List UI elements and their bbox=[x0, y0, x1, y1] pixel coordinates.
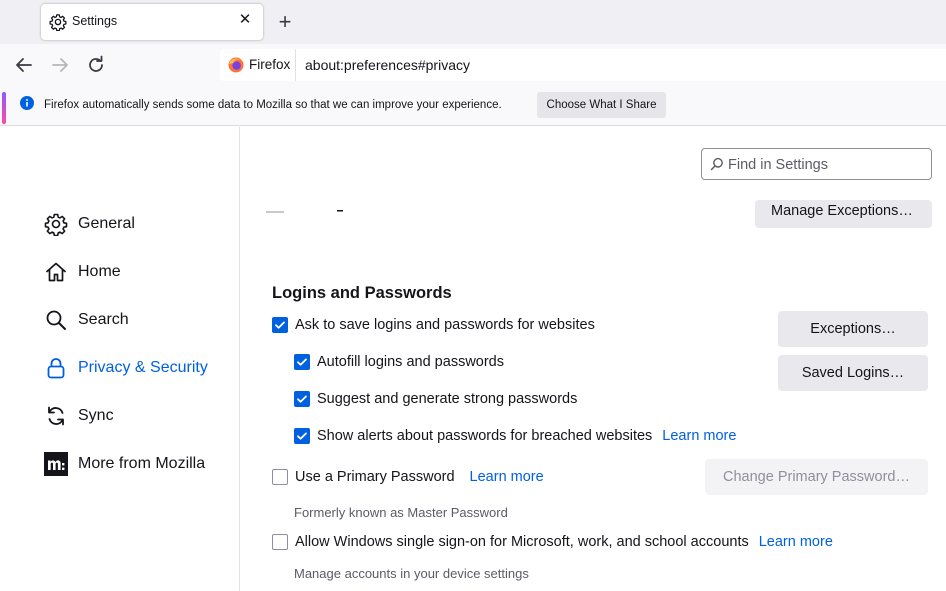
primary-password-row[interactable]: Use a Primary Password Learn more bbox=[272, 466, 544, 488]
data-collection-notification: Firefox automatically sends some data to… bbox=[0, 86, 946, 126]
manage-exceptions-button[interactable]: Manage Exceptions… bbox=[755, 200, 932, 228]
settings-content: Find in Settings Manage Exceptions… Logi… bbox=[241, 127, 946, 591]
notification-accent bbox=[2, 92, 6, 124]
windows-sso-row[interactable]: Allow Windows single sign-on for Microso… bbox=[272, 531, 833, 553]
lock-icon bbox=[47, 358, 65, 379]
tab-strip: Settings ✕ + bbox=[0, 0, 946, 44]
windows-sso-checkbox[interactable] bbox=[272, 534, 288, 550]
search-icon bbox=[46, 310, 66, 330]
sidebar: General Home Search Privacy & Security S… bbox=[0, 127, 240, 591]
sidebar-item-privacy-security[interactable]: Privacy & Security bbox=[44, 353, 234, 383]
manage-exceptions-label: Manage Exceptions… bbox=[771, 203, 913, 219]
back-arrow-icon[interactable] bbox=[12, 53, 36, 77]
partially-scrolled-row bbox=[266, 210, 343, 213]
identity-label: Firefox bbox=[249, 57, 291, 72]
sidebar-item-label: Home bbox=[78, 263, 121, 280]
gear-icon bbox=[44, 213, 68, 236]
choose-what-i-share-button[interactable]: Choose What I Share bbox=[537, 92, 666, 118]
windows-sso-learn-more-link[interactable]: Learn more bbox=[759, 534, 833, 550]
checkmark-icon bbox=[275, 321, 285, 329]
sidebar-item-label: Sync bbox=[78, 407, 114, 424]
sidebar-item-label: Search bbox=[78, 311, 129, 328]
sidebar-item-more-from-mozilla[interactable]: More from Mozilla bbox=[44, 449, 234, 479]
manage-accounts-note: Manage accounts in your device settings bbox=[294, 566, 529, 581]
notification-message: Firefox automatically sends some data to… bbox=[44, 99, 502, 111]
autofill-logins-row[interactable]: Autofill logins and passwords bbox=[294, 351, 504, 373]
checkmark-icon bbox=[297, 432, 307, 440]
suggest-passwords-label: Suggest and generate strong passwords bbox=[317, 391, 578, 407]
breach-alerts-learn-more-link[interactable]: Learn more bbox=[662, 428, 736, 444]
formerly-master-password-note: Formerly known as Master Password bbox=[294, 505, 508, 520]
checkmark-icon bbox=[297, 358, 307, 366]
search-icon bbox=[710, 157, 723, 171]
tab-title: Settings bbox=[72, 14, 118, 28]
gear-icon bbox=[49, 14, 67, 31]
close-tab-icon[interactable]: ✕ bbox=[237, 12, 253, 28]
new-tab-button[interactable]: + bbox=[274, 9, 296, 35]
saved-logins-button[interactable]: Saved Logins… bbox=[778, 355, 928, 391]
logins-section-title: Logins and Passwords bbox=[272, 284, 452, 302]
breach-alerts-label: Show alerts about passwords for breached… bbox=[317, 428, 653, 444]
firefox-logo-icon bbox=[228, 57, 244, 73]
url-text[interactable]: about:preferences#privacy bbox=[305, 57, 470, 73]
change-primary-password-button[interactable]: Change Primary Password… bbox=[705, 459, 928, 495]
autofill-logins-label: Autofill logins and passwords bbox=[317, 354, 504, 370]
info-icon bbox=[20, 96, 34, 110]
search-placeholder: Find in Settings bbox=[728, 157, 828, 173]
suggest-passwords-checkbox[interactable] bbox=[294, 391, 310, 407]
breach-alerts-row[interactable]: Show alerts about passwords for breached… bbox=[294, 425, 736, 447]
forward-arrow-icon[interactable] bbox=[48, 53, 72, 77]
sidebar-item-home[interactable]: Home bbox=[44, 257, 234, 287]
sidebar-item-label: General bbox=[78, 215, 135, 232]
windows-sso-label: Allow Windows single sign-on for Microso… bbox=[295, 534, 749, 550]
tab-settings[interactable]: Settings ✕ bbox=[41, 4, 263, 40]
breach-alerts-checkbox[interactable] bbox=[294, 428, 310, 444]
ask-save-logins-checkbox[interactable] bbox=[272, 317, 288, 333]
primary-password-checkbox[interactable] bbox=[272, 469, 288, 485]
suggest-passwords-row[interactable]: Suggest and generate strong passwords bbox=[294, 388, 577, 410]
home-icon bbox=[46, 262, 66, 282]
primary-password-label: Use a Primary Password bbox=[295, 469, 455, 485]
mozilla-logo-icon bbox=[44, 452, 68, 476]
reload-icon[interactable] bbox=[84, 53, 108, 77]
nav-bar: Firefox about:preferences#privacy bbox=[0, 44, 946, 86]
url-bar[interactable]: Firefox about:preferences#privacy bbox=[220, 49, 946, 81]
ask-save-logins-label: Ask to save logins and passwords for web… bbox=[295, 317, 595, 333]
sidebar-item-label: Privacy & Security bbox=[78, 359, 208, 376]
sidebar-item-label: More from Mozilla bbox=[78, 455, 206, 472]
find-in-settings-input[interactable]: Find in Settings bbox=[701, 148, 932, 180]
autofill-logins-checkbox[interactable] bbox=[294, 354, 310, 370]
identity-box[interactable]: Firefox bbox=[220, 49, 296, 81]
sync-icon bbox=[48, 406, 64, 426]
exceptions-button[interactable]: Exceptions… bbox=[778, 311, 928, 347]
sidebar-item-search[interactable]: Search bbox=[44, 305, 234, 335]
checkmark-icon bbox=[297, 395, 307, 403]
primary-password-learn-more-link[interactable]: Learn more bbox=[470, 469, 544, 485]
ask-save-logins-row[interactable]: Ask to save logins and passwords for web… bbox=[272, 314, 595, 336]
sidebar-item-sync[interactable]: Sync bbox=[44, 401, 234, 431]
sidebar-item-general[interactable]: General bbox=[44, 209, 234, 239]
